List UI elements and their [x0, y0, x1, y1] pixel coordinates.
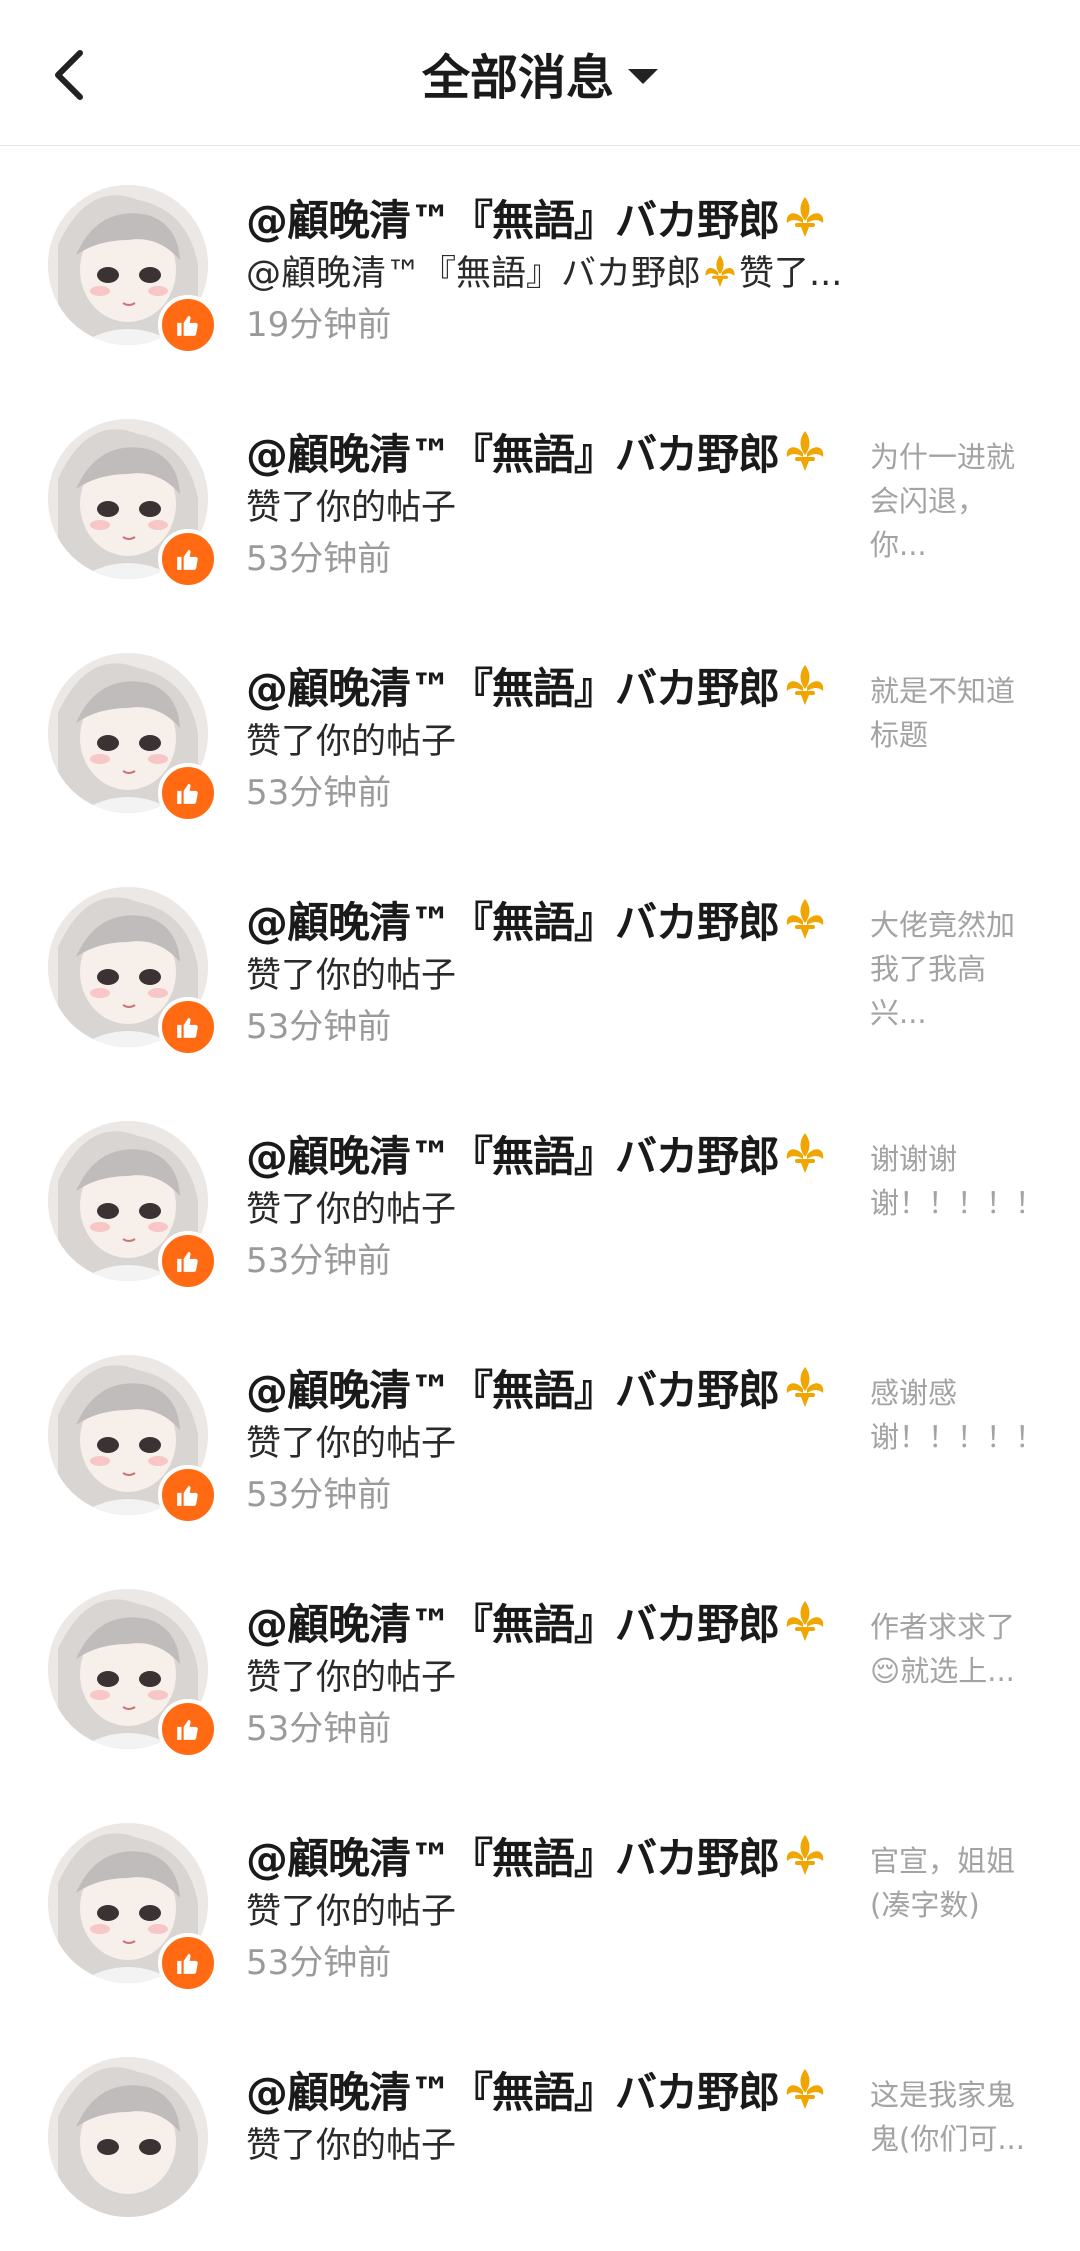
fleur-de-lis-icon — [786, 2069, 824, 2109]
fleur-de-lis-icon — [786, 899, 824, 939]
sender-name-line: @顧晚清™『無語』バカ野郎 — [246, 1825, 829, 1885]
like-badge — [158, 1933, 218, 1993]
message-item[interactable]: @顧晚清™『無語』バカ野郎 赞了你的帖子 53分钟前 谢谢谢谢！！！！！！... — [0, 1081, 1080, 1315]
message-text: 赞了你的帖子 — [246, 1892, 457, 1932]
thumbs-up-icon — [177, 549, 198, 570]
sender-name: @顧晚清™『無語』バカ野郎 — [246, 1599, 780, 1649]
message-item[interactable]: @顧晚清™『無語』バカ野郎 赞了你的帖子 53分钟前 为什一进就会闪退，你... — [0, 379, 1080, 613]
thumbs-up-icon — [177, 783, 198, 804]
post-preview[interactable]: 就是不知道标题 — [870, 669, 1030, 757]
fleur-de-lis-icon — [786, 431, 824, 471]
message-item[interactable]: @顧晚清™『無語』バカ野郎 @顧晚清™『無語』バカ野郎 赞了... 19分钟前 — [0, 145, 1080, 379]
sender-name: @顧晚清™『無語』バカ野郎 — [246, 663, 780, 713]
message-time: 53分钟前 — [246, 539, 392, 579]
sender-name-line: @顧晚清™『無語』バカ野郎 — [246, 889, 829, 949]
message-item[interactable]: @顧晚清™『無語』バカ野郎 赞了你的帖子 53分钟前 就是不知道标题 — [0, 613, 1080, 847]
like-badge — [158, 1699, 218, 1759]
fleur-de-lis-icon — [786, 665, 824, 705]
message-text: 赞了你的帖子 — [246, 956, 457, 996]
message-item[interactable]: @顧晚清™『無語』バカ野郎 赞了你的帖子 53分钟前 作者求求了😌就选上... — [0, 1549, 1080, 1783]
message-time: 53分钟前 — [246, 1475, 392, 1515]
message-time: 53分钟前 — [246, 1241, 392, 1281]
thumbs-up-icon — [177, 1017, 198, 1038]
like-badge — [158, 1465, 218, 1525]
thumbs-up-icon — [177, 1719, 198, 1740]
post-preview[interactable]: 作者求求了😌就选上... — [870, 1605, 1030, 1693]
fleur-de-lis-icon — [786, 1601, 824, 1641]
message-text: 赞了你的帖子 — [246, 2126, 457, 2166]
message-item[interactable]: @顧晚清™『無語』バカ野郎 赞了你的帖子 53分钟前 大佬竟然加我了我高兴... — [0, 847, 1080, 1081]
message-text: @顧晚清™『無語』バカ野郎 赞了... — [246, 245, 842, 296]
sender-name-line: @顧晚清™『無語』バカ野郎 — [246, 655, 829, 715]
sender-name: @顧晚清™『無語』バカ野郎 — [246, 2067, 780, 2117]
thumbs-up-icon — [177, 315, 198, 336]
post-preview[interactable]: 官宣，姐姐(凑字数) — [870, 1839, 1030, 1927]
post-preview[interactable]: 大佬竟然加我了我高兴... — [870, 903, 1030, 1035]
thumbs-up-icon — [177, 1953, 198, 1974]
sender-name-line: @顧晚清™『無語』バカ野郎 — [246, 1357, 829, 1417]
message-item[interactable]: @顧晚清™『無語』バカ野郎 赞了你的帖子 这是我家鬼鬼(你们可... — [0, 2017, 1080, 2251]
fleur-de-lis-icon — [786, 1133, 824, 1173]
like-badge — [158, 997, 218, 1057]
message-list: @顧晚清™『無語』バカ野郎 @顧晚清™『無語』バカ野郎 赞了... 19分钟前 — [0, 145, 1080, 2251]
message-mention: @顧晚清™『無語』バカ野郎 — [246, 254, 702, 294]
fleur-de-lis-icon — [786, 197, 824, 237]
message-text: 赞了你的帖子 — [246, 1190, 457, 1230]
post-preview[interactable]: 谢谢谢谢！！！！！！... — [870, 1137, 1030, 1225]
top-bar: 全部消息 — [0, 0, 1080, 146]
sender-name-line: @顧晚清™『無語』バカ野郎 — [246, 187, 829, 247]
fleur-de-lis-icon — [705, 254, 735, 287]
like-badge — [158, 295, 218, 355]
message-time: 53分钟前 — [246, 773, 392, 813]
message-action: 赞了... — [739, 254, 843, 294]
fleur-de-lis-icon — [786, 1367, 824, 1407]
sender-name: @顧晚清™『無語』バカ野郎 — [246, 195, 780, 245]
title-dropdown[interactable]: 全部消息 — [0, 38, 1080, 108]
like-badge — [158, 1231, 218, 1291]
sender-name-line: @顧晚清™『無語』バカ野郎 — [246, 1591, 829, 1651]
like-badge — [158, 763, 218, 823]
sender-name-line: @顧晚清™『無語』バカ野郎 — [246, 1123, 829, 1183]
message-text: 赞了你的帖子 — [246, 722, 457, 762]
like-badge — [158, 529, 218, 589]
message-text: 赞了你的帖子 — [246, 1424, 457, 1464]
message-item[interactable]: @顧晚清™『無語』バカ野郎 赞了你的帖子 53分钟前 感谢感谢！！！！！！... — [0, 1315, 1080, 1549]
post-preview[interactable]: 为什一进就会闪退，你... — [870, 435, 1030, 567]
caret-down-icon — [628, 68, 658, 84]
post-preview[interactable]: 这是我家鬼鬼(你们可... — [870, 2073, 1030, 2161]
sender-name: @顧晚清™『無語』バカ野郎 — [246, 1365, 780, 1415]
message-text: 赞了你的帖子 — [246, 488, 457, 528]
message-time: 53分钟前 — [246, 1709, 392, 1749]
fleur-de-lis-icon — [786, 1835, 824, 1875]
thumbs-up-icon — [177, 1251, 198, 1272]
post-preview[interactable]: 感谢感谢！！！！！！... — [870, 1371, 1030, 1459]
message-time: 53分钟前 — [246, 1007, 392, 1047]
page-title: 全部消息 — [421, 50, 614, 106]
sender-name: @顧晚清™『無語』バカ野郎 — [246, 897, 780, 947]
sender-name: @顧晚清™『無語』バカ野郎 — [246, 1833, 780, 1883]
avatar[interactable] — [48, 2057, 208, 2217]
sender-name: @顧晚清™『無語』バカ野郎 — [246, 1131, 780, 1181]
message-time: 53分钟前 — [246, 1943, 392, 1983]
sender-name-line: @顧晚清™『無語』バカ野郎 — [246, 2059, 829, 2119]
sender-name-line: @顧晚清™『無語』バカ野郎 — [246, 421, 829, 481]
message-time: 19分钟前 — [246, 305, 392, 345]
message-item[interactable]: @顧晚清™『無語』バカ野郎 赞了你的帖子 53分钟前 官宣，姐姐(凑字数) — [0, 1783, 1080, 2017]
thumbs-up-icon — [177, 1485, 198, 1506]
sender-name: @顧晚清™『無語』バカ野郎 — [246, 429, 780, 479]
message-text: 赞了你的帖子 — [246, 1658, 457, 1698]
